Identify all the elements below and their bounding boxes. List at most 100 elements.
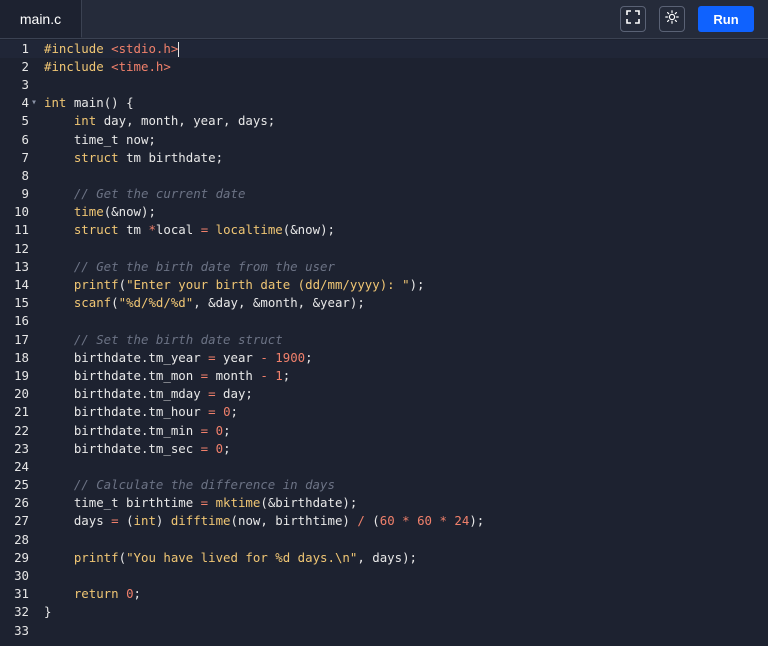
tab-main-c[interactable]: main.c: [0, 0, 82, 38]
code-token: int: [44, 95, 67, 111]
code-line[interactable]: 12: [0, 240, 768, 258]
code-text: struct tm birthdate;: [44, 149, 223, 167]
code-line[interactable]: 30: [0, 567, 768, 585]
code-line[interactable]: 13 // Get the birth date from the user: [0, 258, 768, 276]
code-text: // Get the birth date from the user: [44, 258, 335, 276]
code-line[interactable]: 28: [0, 531, 768, 549]
code-token: "You have lived for %d days.\n": [126, 549, 358, 565]
code-text: time(&now);: [44, 203, 156, 221]
line-number: 32: [14, 604, 29, 620]
code-line[interactable]: 6 time_t now;: [0, 131, 768, 149]
code-line[interactable]: 20 birthdate.tm_mday = day;: [0, 385, 768, 403]
code-line[interactable]: 5 int day, month, year, days;: [0, 112, 768, 130]
code-token: (&now);: [103, 204, 156, 220]
code-line[interactable]: 19 birthdate.tm_mon = month - 1;: [0, 367, 768, 385]
code-token: #include: [44, 58, 112, 74]
code-line[interactable]: 21 birthdate.tm_hour = 0;: [0, 403, 768, 421]
code-token: "%d/%d/%d": [118, 295, 194, 311]
code-line[interactable]: 11 struct tm *local = localtime(&now);: [0, 221, 768, 239]
code-text: return 0;: [44, 585, 141, 603]
text-cursor: [178, 41, 180, 57]
code-token: 24: [454, 513, 470, 529]
code-line[interactable]: 33: [0, 622, 768, 640]
code-text: birthdate.tm_mon = month - 1;: [44, 367, 290, 385]
code-text: time_t birthtime = mktime(&birthdate);: [44, 494, 358, 512]
code-line[interactable]: 9 // Get the current date: [0, 185, 768, 203]
code-line[interactable]: 1 #include <stdio.h>: [0, 39, 768, 58]
code-token: 0: [126, 586, 134, 602]
code-token: time_t birthtime: [44, 495, 201, 511]
code-token: time_t now;: [44, 131, 156, 147]
code-text: int day, month, year, days;: [44, 112, 275, 130]
code-line[interactable]: 25 // Calculate the difference in days: [0, 476, 768, 494]
code-token: =: [200, 440, 209, 456]
code-token: int: [73, 113, 97, 129]
code-line[interactable]: 22 birthdate.tm_min = 0;: [0, 422, 768, 440]
code-line[interactable]: 29 printf("You have lived for %d days.\n…: [0, 549, 768, 567]
code-token: (: [111, 295, 119, 311]
code-line[interactable]: 17 // Set the birth date struct: [0, 331, 768, 349]
code-line[interactable]: 8: [0, 167, 768, 185]
fold-toggle-icon[interactable]: ▾: [31, 94, 37, 112]
code-token: birthdate.tm_min: [44, 422, 201, 438]
code-token: // Get the birth date from the user: [73, 258, 335, 274]
code-line[interactable]: 16: [0, 312, 768, 330]
code-line[interactable]: 7 struct tm birthdate;: [0, 149, 768, 167]
code-line[interactable]: 14 printf("Enter your birth date (dd/mm/…: [0, 276, 768, 294]
line-number: 31: [14, 586, 29, 602]
code-token: /: [357, 513, 365, 529]
code-line[interactable]: 27 days = (int) difftime(now, birthtime)…: [0, 512, 768, 530]
code-line[interactable]: 24: [0, 458, 768, 476]
code-editor[interactable]: 1 #include <stdio.h> 2 #include <time.h> 3 4 ▾…: [0, 39, 768, 646]
theme-toggle-button[interactable]: [659, 6, 685, 32]
code-line[interactable]: 2 #include <time.h>: [0, 58, 768, 76]
code-token: }: [44, 604, 52, 620]
code-token: printf: [73, 277, 119, 293]
code-token: printf: [73, 549, 119, 565]
code-line[interactable]: 4 ▾ int main() {: [0, 94, 768, 112]
code-token: birthdate.tm_hour: [44, 404, 209, 420]
code-token: 60: [417, 513, 432, 529]
line-number: 26: [14, 495, 29, 511]
code-line[interactable]: 31 return 0;: [0, 585, 768, 603]
code-token: 0: [215, 440, 224, 456]
line-number: 3: [21, 76, 29, 92]
code-text: printf("You have lived for %d days.\n", …: [44, 549, 417, 567]
line-number: 21: [14, 404, 29, 420]
code-line[interactable]: 32}: [0, 603, 768, 621]
code-token: (&now);: [282, 222, 335, 238]
code-token: 1900: [275, 349, 306, 365]
code-token: ;: [282, 367, 291, 383]
code-token: 0: [223, 404, 231, 420]
code-token: (: [118, 277, 127, 293]
code-line[interactable]: 15 scanf("%d/%d/%d", &day, &month, &year…: [0, 294, 768, 312]
code-token: birthdate.tm_sec: [44, 440, 201, 456]
line-number: 1: [21, 40, 29, 56]
code-line[interactable]: 10 time(&now);: [0, 203, 768, 221]
line-number: 33: [14, 622, 29, 638]
fullscreen-button[interactable]: [620, 6, 646, 32]
code-token: localtime: [215, 222, 283, 238]
line-number: 28: [14, 531, 29, 547]
code-line[interactable]: 3: [0, 76, 768, 94]
code-token: =: [208, 386, 216, 402]
code-line[interactable]: 26 time_t birthtime = mktime(&birthdate)…: [0, 494, 768, 512]
run-button[interactable]: Run: [698, 6, 754, 32]
line-number: 27: [14, 513, 29, 529]
code-token: <stdio.h>: [111, 40, 179, 56]
code-text: printf("Enter your birth date (dd/mm/yyy…: [44, 276, 425, 294]
line-number: 2: [21, 58, 29, 74]
code-line[interactable]: 18 birthdate.tm_year = year - 1900;: [0, 349, 768, 367]
code-line[interactable]: 23 birthdate.tm_sec = 0;: [0, 440, 768, 458]
line-number: 7: [21, 149, 29, 165]
